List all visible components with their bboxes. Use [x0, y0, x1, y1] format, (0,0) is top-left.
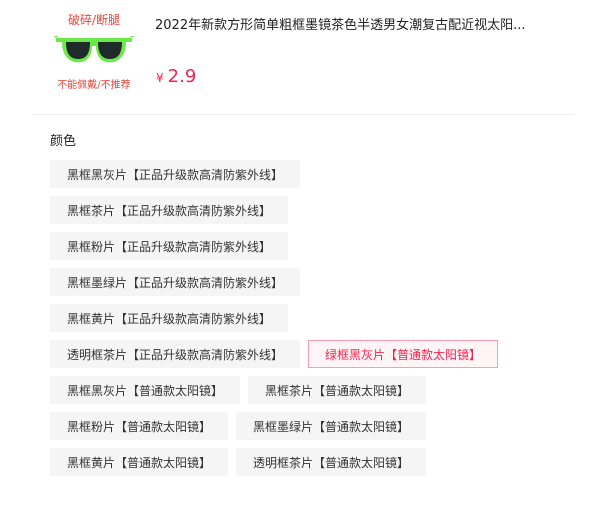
color-option[interactable]: 黑框茶片【正品升级款高清防紫外线】	[50, 196, 289, 224]
color-option-selected[interactable]: 绿框黑灰片【普通款太阳镜】	[308, 340, 499, 368]
option-row: 黑框黑灰片【普通款太阳镜】 黑框茶片【普通款太阳镜】	[50, 376, 590, 404]
color-option[interactable]: 黑框黄片【正品升级款高清防紫外线】	[50, 304, 289, 332]
thumbnail-top-caption: 破碎/断腿	[67, 13, 121, 27]
option-row: 黑框黄片【正品升级款高清防紫外线】	[50, 304, 590, 332]
color-option[interactable]: 黑框黄片【普通款太阳镜】	[50, 448, 229, 476]
color-option[interactable]: 黑框墨绿片【正品升级款高清防紫外线】	[50, 268, 301, 296]
color-option[interactable]: 黑框黑灰片【普通款太阳镜】	[50, 376, 241, 404]
product-title: 2022年新款方形简单粗框墨镜茶色半透男女潮复古配近视太阳...	[155, 18, 526, 33]
sunglasses-icon	[54, 36, 134, 63]
color-option[interactable]: 黑框墨绿片【普通款太阳镜】	[236, 412, 427, 440]
color-option[interactable]: 透明框茶片【正品升级款高清防紫外线】	[50, 340, 301, 368]
option-row: 黑框墨绿片【正品升级款高清防紫外线】	[50, 268, 590, 296]
color-option[interactable]: 黑框粉片【普通款太阳镜】	[50, 412, 229, 440]
color-option[interactable]: 黑框茶片【普通款太阳镜】	[248, 376, 427, 404]
color-option[interactable]: 透明框茶片【普通款太阳镜】	[236, 448, 427, 476]
product-summary: 破碎/断腿 不能佩戴/不推荐 2022年新款方形简单粗框墨镜茶色半透男女潮复古配…	[0, 0, 613, 114]
option-row: 黑框黄片【普通款太阳镜】 透明框茶片【普通款太阳镜】	[50, 448, 590, 476]
color-options: 黑框黑灰片【正品升级款高清防紫外线】 黑框茶片【正品升级款高清防紫外线】 黑框粉片【…	[50, 160, 590, 484]
option-row: 黑框茶片【正品升级款高清防紫外线】	[50, 196, 590, 224]
divider	[32, 114, 574, 115]
option-row: 黑框黑灰片【正品升级款高清防紫外线】	[50, 160, 590, 188]
color-option[interactable]: 黑框黑灰片【正品升级款高清防紫外线】	[50, 160, 301, 188]
option-row: 黑框粉片【普通款太阳镜】 黑框墨绿片【普通款太阳镜】	[50, 412, 590, 440]
color-section-label: 颜色	[50, 134, 77, 149]
product-price: ¥2.9	[156, 66, 196, 87]
thumbnail-bottom-caption: 不能佩戴/不推荐	[57, 80, 131, 91]
option-row: 透明框茶片【正品升级款高清防紫外线】 绿框黑灰片【普通款太阳镜】	[50, 340, 590, 368]
product-thumbnail[interactable]: 破碎/断腿 不能佩戴/不推荐	[50, 8, 138, 92]
price-value: 2.9	[167, 66, 197, 87]
currency-symbol: ¥	[156, 71, 164, 85]
option-row: 黑框粉片【正品升级款高清防紫外线】	[50, 232, 590, 260]
color-option[interactable]: 黑框粉片【正品升级款高清防紫外线】	[50, 232, 289, 260]
